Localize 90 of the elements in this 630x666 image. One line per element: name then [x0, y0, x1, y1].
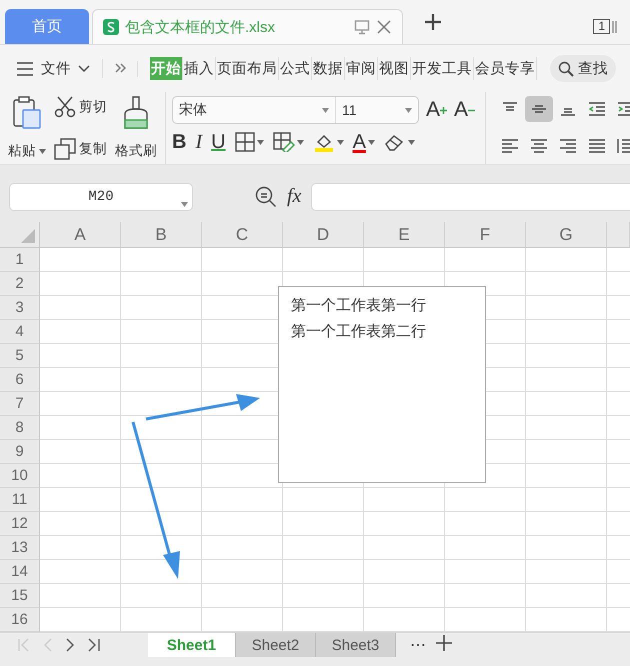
- copy-icon: [54, 138, 76, 160]
- font-color-button[interactable]: A: [352, 131, 366, 153]
- monitor-icon[interactable]: [354, 19, 370, 35]
- caret-icon[interactable]: [296, 140, 304, 144]
- zoom-formula-icon[interactable]: [255, 186, 277, 208]
- cell-style-icon[interactable]: [272, 132, 295, 152]
- document-title: 包含文本框的文件.xlsx: [125, 18, 275, 36]
- column-header[interactable]: F: [445, 222, 526, 248]
- new-tab-icon[interactable]: [424, 13, 442, 31]
- row-header[interactable]: 4: [0, 320, 40, 344]
- grow-font-button[interactable]: A: [426, 98, 440, 122]
- row-header[interactable]: 3: [0, 296, 40, 320]
- row-header[interactable]: 11: [0, 488, 40, 512]
- indent-icon[interactable]: [616, 101, 630, 117]
- text-box[interactable]: 第一个工作表第一行 第一个工作表第二行: [278, 286, 486, 483]
- more-sheets-button[interactable]: ⋯: [396, 635, 436, 655]
- row-header[interactable]: 16: [0, 608, 40, 632]
- border-icon[interactable]: [234, 132, 255, 152]
- ribbon-tab[interactable]: 审阅: [345, 57, 378, 80]
- column-header[interactable]: C: [202, 222, 283, 248]
- close-icon[interactable]: [376, 19, 392, 35]
- ribbon-tab[interactable]: 会员专享: [474, 57, 537, 80]
- row-header[interactable]: 5: [0, 344, 40, 368]
- more-chevrons-icon[interactable]: [115, 62, 127, 72]
- row-header[interactable]: 15: [0, 584, 40, 608]
- home-tab[interactable]: 首页: [5, 9, 89, 44]
- caret-icon[interactable]: [408, 140, 415, 144]
- row-header[interactable]: 7: [0, 392, 40, 416]
- row-header[interactable]: 9: [0, 440, 40, 464]
- formula-field[interactable]: [311, 182, 630, 210]
- sheet-tab[interactable]: Sheet1: [148, 633, 236, 657]
- column-header[interactable]: A: [40, 222, 121, 248]
- ribbon-tab[interactable]: 插入: [183, 57, 216, 80]
- ribbon-tab[interactable]: 开发工具: [411, 57, 474, 80]
- ribbon-tab[interactable]: 视图: [378, 57, 411, 80]
- paste-button[interactable]: 粘贴: [8, 142, 46, 160]
- row-header[interactable]: 6: [0, 368, 40, 392]
- italic-button[interactable]: I: [195, 131, 202, 153]
- caret-icon[interactable]: [368, 140, 375, 144]
- sheet-tab[interactable]: Sheet2: [236, 633, 316, 657]
- caret-icon: [39, 148, 46, 154]
- search-icon: [558, 60, 574, 76]
- row-header[interactable]: 12: [0, 512, 40, 536]
- align-right-icon[interactable]: [558, 138, 578, 154]
- caret-icon[interactable]: [336, 140, 344, 144]
- column-header[interactable]: E: [364, 222, 445, 248]
- plus-icon: [440, 106, 448, 114]
- column-header[interactable]: G: [526, 222, 607, 248]
- distribute-icon[interactable]: [616, 138, 630, 154]
- underline-button[interactable]: U: [211, 131, 226, 153]
- align-center-icon[interactable]: [529, 138, 550, 154]
- menu-icon[interactable]: [16, 62, 34, 76]
- row-header[interactable]: 14: [0, 560, 40, 584]
- window-count[interactable]: 1: [593, 19, 610, 34]
- outdent-icon[interactable]: [587, 101, 608, 117]
- cut-button[interactable]: 剪切: [54, 96, 107, 118]
- chevron-down-icon[interactable]: [78, 64, 90, 72]
- add-sheet-icon[interactable]: [436, 634, 452, 650]
- justify-icon[interactable]: [587, 138, 608, 154]
- format-painter-button[interactable]: 格式刷: [115, 142, 157, 160]
- row-header[interactable]: 13: [0, 536, 40, 560]
- align-button[interactable]: [525, 96, 554, 122]
- row-header[interactable]: 8: [0, 416, 40, 440]
- row-header[interactable]: 1: [0, 248, 40, 272]
- paste-icon[interactable]: [12, 96, 42, 130]
- last-sheet-icon[interactable]: [88, 638, 100, 652]
- file-menu[interactable]: 文件: [41, 59, 71, 78]
- caret-icon: [181, 202, 188, 206]
- spreadsheet-icon: [103, 19, 119, 35]
- ribbon-tab[interactable]: 公式: [279, 57, 312, 80]
- caret-icon[interactable]: [256, 140, 264, 144]
- ribbon-tab[interactable]: 页面布局: [216, 57, 279, 80]
- copy-button[interactable]: 复制: [54, 138, 107, 160]
- search-button[interactable]: 查找: [550, 55, 616, 82]
- row-header[interactable]: 2: [0, 272, 40, 296]
- align-left-icon[interactable]: [500, 138, 520, 154]
- ribbon-tab[interactable]: 数据: [312, 57, 345, 80]
- next-sheet-icon[interactable]: [66, 638, 74, 652]
- sheet-tab[interactable]: Sheet3: [316, 633, 396, 657]
- name-box[interactable]: M20: [9, 182, 193, 210]
- bold-button[interactable]: B: [172, 131, 186, 153]
- function-button[interactable]: fx: [287, 185, 302, 208]
- document-tab[interactable]: 包含文本框的文件.xlsx: [92, 9, 403, 44]
- shrink-font-button[interactable]: A: [454, 98, 468, 122]
- scissors-icon: [54, 96, 76, 118]
- ribbon-tab[interactable]: 开始: [150, 57, 183, 80]
- stack-icon: [612, 20, 618, 34]
- column-header[interactable]: B: [121, 222, 202, 248]
- column-header[interactable]: D: [283, 222, 364, 248]
- row-header[interactable]: 10: [0, 464, 40, 488]
